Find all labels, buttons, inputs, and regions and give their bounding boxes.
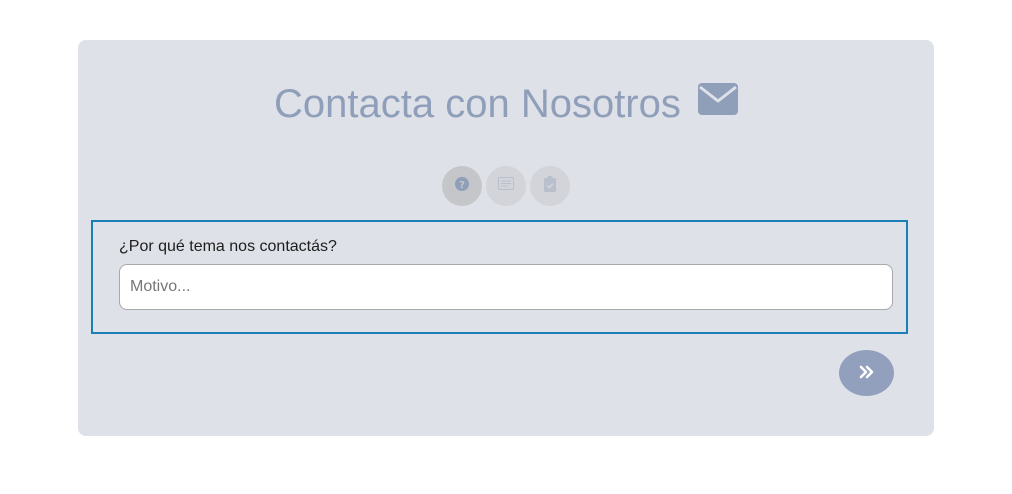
topic-field-group: ¿Por qué tema nos contactás? bbox=[91, 220, 908, 334]
envelope-icon bbox=[698, 78, 738, 126]
page-title-text: Contacta con Nosotros bbox=[274, 82, 681, 126]
topic-label: ¿Por qué tema nos contactás? bbox=[119, 238, 337, 255]
step-indicator: ? bbox=[442, 166, 570, 206]
step-confirm bbox=[530, 166, 570, 206]
question-circle-icon: ? bbox=[455, 176, 469, 196]
step-message bbox=[486, 166, 526, 206]
step-topic: ? bbox=[442, 166, 482, 206]
topic-input[interactable] bbox=[119, 264, 893, 310]
clipboard-check-icon bbox=[544, 175, 556, 197]
next-step-button[interactable] bbox=[839, 350, 894, 396]
message-icon bbox=[498, 177, 514, 195]
svg-text:?: ? bbox=[459, 180, 465, 191]
page-title: Contacta con Nosotros bbox=[0, 80, 1012, 130]
double-chevron-right-icon bbox=[859, 365, 875, 382]
